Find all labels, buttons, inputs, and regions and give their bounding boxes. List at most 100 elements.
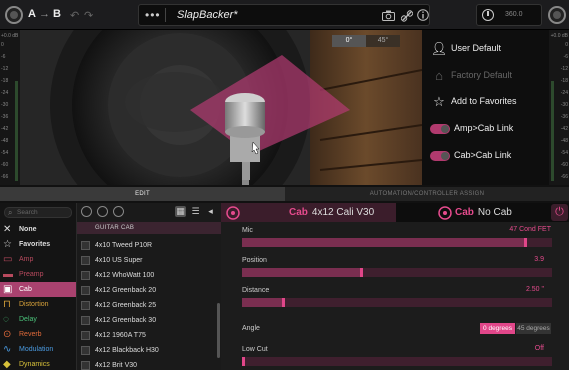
ab-a-label[interactable]: A [28, 8, 36, 20]
lowcut-slider[interactable] [242, 357, 552, 366]
model-list-item[interactable]: 4x12 Greenback 25 [77, 298, 217, 313]
model-list-item[interactable]: 4x12 WhoWatt 100 [77, 268, 217, 283]
factory-default-item[interactable]: ⌂ Factory Default [430, 66, 512, 84]
preset-bar[interactable]: ••• SlapBacker* [138, 4, 430, 26]
cab-stage[interactable]: 0° 45° [20, 30, 422, 185]
category-cab[interactable]: ▣ Cab [0, 282, 76, 297]
slider-knob[interactable] [359, 268, 363, 277]
slider-knob[interactable] [524, 238, 528, 247]
cab-b-speaker-icon [438, 206, 452, 220]
category-dynamics[interactable]: ◆ Dynamics [0, 357, 76, 370]
power-icon[interactable]: ⏻ [551, 204, 568, 221]
model-list-scrollbar[interactable] [217, 303, 220, 358]
cab-icon [81, 241, 90, 250]
category-amp[interactable]: ▭ Amp [0, 252, 76, 267]
model-list-item[interactable]: 4x12 Greenback 30 [77, 313, 217, 328]
input-button[interactable] [5, 6, 23, 24]
amp-cab-link-toggle[interactable] [430, 123, 450, 134]
mic-value[interactable]: 47 Cond FET [451, 226, 551, 233]
add-favorites-item[interactable]: ☆ Add to Favorites [430, 92, 516, 110]
cab-cab-link-toggle[interactable] [430, 150, 450, 161]
ab-b-label[interactable]: B [53, 8, 61, 20]
model-label: 4x12 1960A T75 [95, 332, 146, 339]
model-list-item[interactable]: 4x10 US Super [77, 253, 217, 268]
category-delay-icon: ◌ [3, 314, 9, 325]
meter-label: -12 [1, 66, 9, 72]
preset-side-menu: 👤︎ User Default ⌂ Factory Default ☆ Add to … [422, 30, 549, 185]
distance-slider[interactable] [242, 298, 552, 307]
model-list-item[interactable]: 4x10 Tweed P10R [77, 238, 217, 253]
category-reverb[interactable]: ⊙ Reverb [0, 327, 76, 342]
amp-cab-link-label: Amp>Cab Link [454, 123, 514, 133]
meter-label: 0 [1, 42, 4, 48]
meter-label: -54 [1, 150, 9, 156]
user-icon: 👤︎ [430, 40, 448, 56]
cab-b-name: No Cab [477, 207, 512, 218]
cab-a-slot[interactable]: Cab 4x12 Cali V30 [221, 203, 396, 222]
ab-arrow-icon: → [38, 8, 50, 20]
ab-compare[interactable]: A → B [28, 8, 61, 20]
model-label: 4x12 Greenback 25 [95, 302, 157, 309]
tab-automation[interactable]: AUTOMATION/CONTROLLER ASSIGN [285, 187, 569, 201]
model-list-item[interactable]: 4x12 Blackback H30 [77, 343, 217, 358]
sort-icon[interactable] [97, 206, 108, 217]
model-label: 4x12 WhoWatt 100 [95, 272, 155, 279]
angle-45-degrees-button[interactable]: 45 degrees [516, 323, 551, 334]
category-none-icon: ✕ [3, 224, 12, 235]
category-delay[interactable]: ◌ Delay [0, 312, 76, 327]
filter-icon[interactable] [81, 206, 92, 217]
collapse-icon[interactable]: ◂ [205, 206, 216, 217]
distance-value[interactable]: 2.50 " [451, 286, 544, 293]
model-list-item[interactable]: 4x12 Greenback 20 [77, 283, 217, 298]
mic-slider[interactable] [242, 238, 552, 247]
redo-icon[interactable]: ↷ [84, 9, 93, 22]
tab-edit[interactable]: EDIT [0, 187, 285, 201]
tempo-value[interactable]: 360.0 [505, 11, 523, 18]
slider-knob[interactable] [282, 298, 286, 307]
distance-label: Distance [242, 287, 270, 294]
meter-label: -60 [1, 162, 9, 168]
position-value[interactable]: 3.9 [451, 256, 544, 263]
cab-cab-link-item[interactable]: Cab>Cab Link [430, 146, 511, 164]
preset-menu-icon[interactable]: ••• [145, 8, 161, 22]
position-label: Position [242, 257, 267, 264]
output-button[interactable] [548, 6, 566, 24]
lowcut-value[interactable]: Off [451, 345, 544, 352]
undo-icon[interactable]: ↶ [70, 9, 79, 22]
category-preamp[interactable]: ▬ Preamp [0, 267, 76, 282]
category-modulation[interactable]: ∿ Modulation [0, 342, 76, 357]
angle-0-button[interactable]: 0° [332, 35, 366, 47]
link-icon[interactable] [401, 10, 413, 22]
model-list-item[interactable]: 4x12 Brit V30 [77, 358, 217, 370]
cab-cab-link-label: Cab>Cab Link [454, 150, 512, 160]
angle-0-degrees-button[interactable]: 0 degrees [480, 323, 515, 334]
preset-divider [165, 8, 166, 22]
tuner-icon[interactable] [113, 206, 124, 217]
model-label: 4x10 Tweed P10R [95, 242, 153, 249]
preset-name[interactable]: SlapBacker* [177, 9, 238, 21]
cab-icon [81, 361, 90, 370]
info-icon[interactable] [417, 9, 429, 21]
meter-label: -48 [1, 138, 9, 144]
tempo-box[interactable]: 360.0 [476, 4, 542, 26]
meter-bar [551, 81, 554, 181]
list-view-icon[interactable]: ☰ [190, 206, 201, 217]
category-favorites[interactable]: ☆ Favorites [0, 237, 76, 252]
grid-view-icon[interactable]: ▦ [175, 206, 186, 217]
slider-knob[interactable] [242, 357, 245, 366]
position-slider[interactable] [242, 268, 552, 277]
amp-cab-link-item[interactable]: Amp>Cab Link [430, 119, 513, 137]
user-default-item[interactable]: 👤︎ User Default [430, 39, 501, 57]
camera-icon[interactable] [382, 10, 395, 21]
search-input[interactable]: ⌕ Search [4, 207, 72, 218]
angle-45-button[interactable]: 45° [366, 35, 400, 47]
cab-b-slot[interactable]: Cab No Cab [396, 203, 551, 222]
category-label: Modulation [19, 346, 54, 353]
category-preamp-icon: ▬ [3, 269, 13, 280]
category-distortion[interactable]: ⊓ Distortion [0, 297, 76, 312]
category-none[interactable]: ✕ None [0, 222, 76, 237]
model-label: 4x12 Greenback 20 [95, 287, 157, 294]
clock-icon [482, 9, 494, 21]
model-list-item[interactable]: 4x12 1960A T75 [77, 328, 217, 343]
category-reverb-icon: ⊙ [3, 329, 12, 340]
